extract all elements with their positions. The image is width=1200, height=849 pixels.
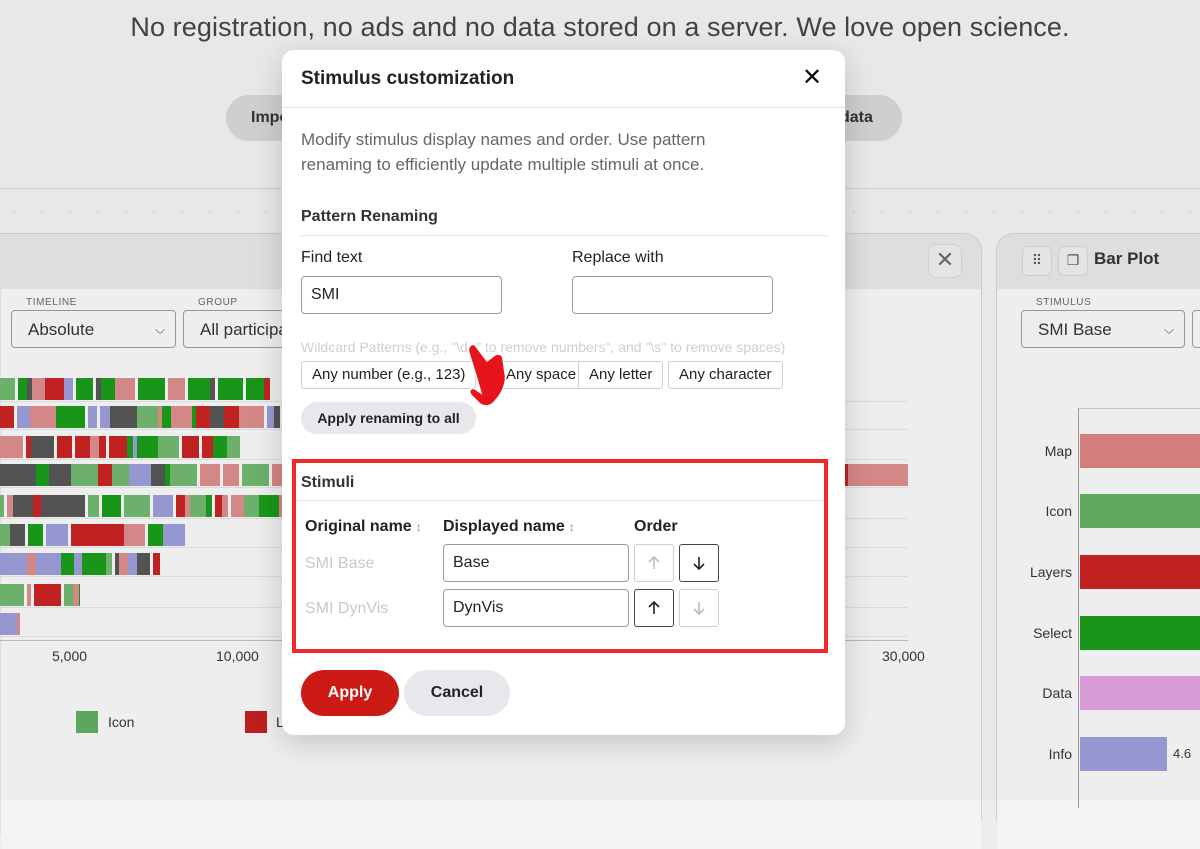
replace-with-input[interactable] [572, 276, 773, 314]
stimuli-heading: Stimuli [301, 474, 355, 491]
find-text-label: Find text [301, 249, 363, 266]
move-down-button[interactable] [679, 589, 719, 627]
original-name-cell: SMI DynVis [305, 600, 389, 617]
original-name-cell: SMI Base [305, 555, 375, 572]
move-up-button[interactable] [634, 544, 674, 582]
modal-title: Stimulus customization [301, 68, 515, 89]
chip-any-character[interactable]: Any character [668, 361, 783, 389]
stimulus-customization-dialog: Stimulus customization ✕ Modify stimulus… [282, 50, 845, 735]
sort-icon: ↕ [415, 520, 422, 534]
section-divider [301, 235, 827, 236]
move-down-button[interactable] [679, 544, 719, 582]
find-text-input[interactable] [301, 276, 502, 314]
col-displayed-name[interactable]: Displayed name ↕ [443, 518, 575, 536]
chip-any-number[interactable]: Any number (e.g., 123) [301, 361, 477, 389]
move-up-button[interactable] [634, 589, 674, 627]
replace-with-label: Replace with [572, 249, 664, 266]
col-original-name-label: Original name [305, 518, 412, 535]
modal-description: Modify stimulus display names and order.… [301, 130, 706, 174]
col-displayed-name-label: Displayed name [443, 518, 565, 535]
modal-header: Stimulus customization ✕ [282, 50, 845, 108]
sort-icon: ↕ [568, 520, 575, 534]
cancel-button[interactable]: Cancel [404, 670, 510, 716]
section-divider [296, 500, 824, 501]
arrow-down-icon [693, 602, 705, 616]
close-icon[interactable]: ✕ [799, 64, 825, 92]
pointing-hand-icon [467, 343, 507, 407]
wildcard-hint: Wildcard Patterns (e.g., "\d+" to remove… [301, 339, 786, 355]
col-original-name[interactable]: Original name ↕ [305, 518, 422, 536]
pattern-renaming-heading: Pattern Renaming [301, 208, 438, 225]
apply-button[interactable]: Apply [301, 670, 399, 716]
arrow-up-icon [648, 555, 660, 569]
displayed-name-input[interactable] [443, 544, 629, 582]
apply-renaming-to-all-button[interactable]: Apply renaming to all [301, 402, 476, 434]
arrow-down-icon [693, 557, 705, 571]
displayed-name-input[interactable] [443, 589, 629, 627]
arrow-up-icon [648, 600, 660, 614]
chip-any-letter[interactable]: Any letter [578, 361, 664, 389]
col-order: Order [634, 518, 678, 535]
